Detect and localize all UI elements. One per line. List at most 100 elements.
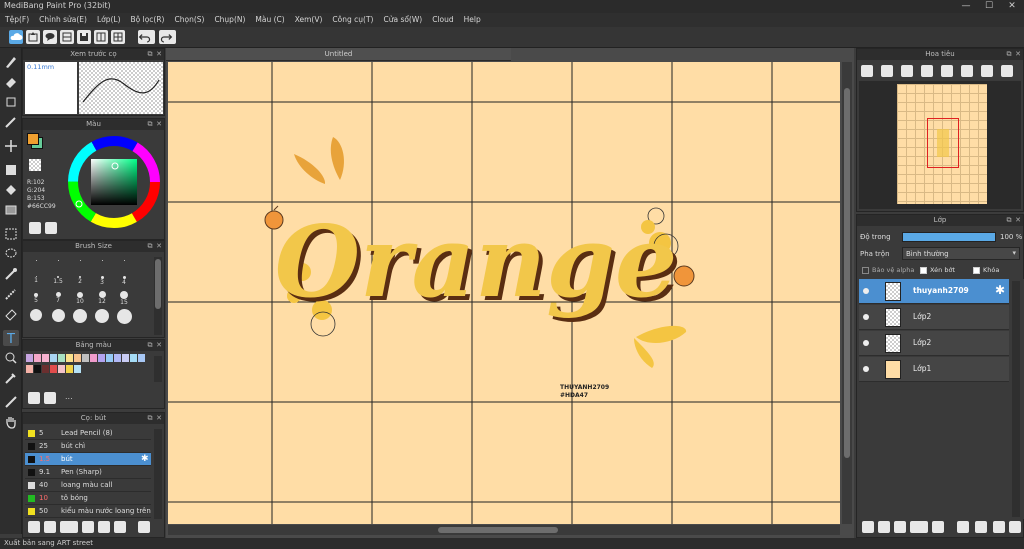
palette-swatch[interactable] — [98, 354, 105, 362]
palette-swatch[interactable] — [58, 354, 65, 362]
brush-item[interactable]: 50 kiểu màu nước loang trên — [25, 505, 151, 518]
palette-swatch[interactable] — [138, 354, 145, 362]
save-icon[interactable] — [77, 30, 91, 44]
menu-cloud[interactable]: Cloud — [427, 13, 458, 27]
palette-swatch[interactable] — [90, 354, 97, 362]
add-brush-icon[interactable] — [28, 521, 40, 533]
eye-icon[interactable] — [863, 288, 869, 294]
divide-tool-icon[interactable] — [3, 394, 19, 410]
palette-swatch[interactable] — [26, 364, 33, 373]
layer-item[interactable]: Lớp1 — [859, 357, 1009, 382]
brush-item[interactable]: 25 bút chì — [25, 440, 151, 453]
primary-color-swatch[interactable] — [27, 133, 39, 145]
palette-swatch[interactable] — [66, 364, 73, 373]
rotate-left-icon[interactable] — [941, 65, 953, 77]
layer-settings-gear-icon[interactable]: ✱ — [995, 283, 1005, 297]
menu-file[interactable]: Tệp(F) — [0, 13, 34, 27]
color-sliders-mode-icon[interactable] — [45, 222, 57, 234]
menu-select[interactable]: Chọn(S) — [169, 13, 209, 27]
layer-list-scrollbar[interactable] — [1012, 281, 1020, 517]
add-palette-icon[interactable] — [28, 392, 40, 404]
brush-settings-gear-icon[interactable]: ✱ — [141, 453, 149, 466]
undock-icon[interactable]: ⧉ — [1005, 50, 1013, 58]
brush-size-option[interactable] — [69, 255, 91, 271]
brush-item[interactable]: 40 loang màu call — [25, 479, 151, 492]
menu-view[interactable]: Xem(V) — [290, 13, 328, 27]
brush-folder-icon[interactable] — [44, 521, 56, 533]
transparent-color-swatch[interactable] — [29, 159, 41, 171]
panel-close-icon[interactable]: ✕ — [1014, 50, 1022, 58]
add-8bit-layer-icon[interactable] — [894, 521, 906, 533]
gradient-tool-icon[interactable] — [3, 202, 19, 218]
undock-icon[interactable]: ⧉ — [146, 414, 154, 422]
palette-swatch[interactable] — [26, 354, 33, 362]
canvas-horizontal-scroll-thumb[interactable] — [438, 527, 558, 533]
brush-copy-icon[interactable] — [82, 521, 94, 533]
navigator-preview[interactable] — [859, 81, 1021, 209]
brush-import-icon[interactable] — [60, 521, 78, 533]
brush-size-option[interactable]: 5 — [25, 291, 47, 307]
dot-tool-icon[interactable] — [3, 94, 19, 110]
redo-icon[interactable] — [159, 30, 176, 44]
minimize-button[interactable]: — — [955, 0, 977, 12]
eraser-tool-icon[interactable] — [3, 74, 19, 90]
brush-tool-icon[interactable] — [3, 54, 19, 70]
menu-snap[interactable]: Chụp(N) — [209, 13, 250, 27]
fit-window-icon[interactable] — [901, 65, 913, 77]
brush-size-option[interactable] — [25, 255, 47, 271]
color-wheel[interactable] — [65, 133, 163, 231]
brush-size-option[interactable]: 7 — [47, 291, 69, 307]
palette-swatch[interactable] — [114, 354, 121, 362]
brush-duplicate-icon[interactable] — [114, 521, 126, 533]
reset-view-icon[interactable] — [1001, 65, 1013, 77]
maximize-button[interactable]: ☐ — [978, 0, 1000, 12]
duplicate-layer-icon[interactable] — [932, 521, 944, 533]
palette-swatch[interactable] — [74, 354, 81, 362]
brush-size-option[interactable] — [69, 309, 91, 325]
shape-tool-icon[interactable] — [3, 162, 19, 178]
select-tool-icon[interactable] — [3, 226, 19, 242]
delete-brush-icon[interactable] — [138, 521, 150, 533]
panel-close-icon[interactable]: ✕ — [1014, 216, 1022, 224]
menu-edit[interactable]: Chỉnh sửa(E) — [34, 13, 92, 27]
menu-window[interactable]: Cửa sổ(W) — [378, 13, 427, 27]
brush-size-option[interactable]: 2 — [69, 273, 91, 289]
delete-layer-icon[interactable] — [1009, 521, 1021, 533]
protect-alpha-checkbox[interactable] — [862, 267, 869, 274]
eye-icon[interactable] — [863, 340, 869, 346]
menu-help[interactable]: Help — [459, 13, 486, 27]
menu-layer[interactable]: Lớp(L) — [92, 13, 126, 27]
brush-size-option[interactable] — [25, 309, 47, 325]
comment-icon[interactable] — [43, 30, 57, 44]
brush-size-option[interactable] — [47, 255, 69, 271]
brush-size-option[interactable]: 12 — [91, 291, 113, 307]
undock-icon[interactable]: ⧉ — [1005, 216, 1013, 224]
brush-size-option[interactable] — [91, 255, 113, 271]
menu-tools[interactable]: Công cụ(T) — [327, 13, 378, 27]
palette-swatch[interactable] — [130, 354, 137, 362]
lasso-tool-icon[interactable] — [3, 246, 19, 262]
palette-swatch[interactable] — [58, 364, 65, 373]
add-layer-icon[interactable] — [862, 521, 874, 533]
palette-swatch[interactable] — [34, 354, 41, 362]
panel-close-icon[interactable]: ✕ — [155, 242, 163, 250]
panel-close-icon[interactable]: ✕ — [155, 50, 163, 58]
canvas-tab[interactable]: Untitled — [166, 48, 511, 61]
add-halftone-layer-icon[interactable] — [878, 521, 890, 533]
layer-item[interactable]: Lớp2 — [859, 331, 1009, 356]
blend-mode-select[interactable]: Bình thường ▾ — [902, 247, 1020, 260]
palette-swatch[interactable] — [42, 354, 49, 362]
hand-tool-icon[interactable] — [3, 414, 19, 430]
color-wheel-mode-icon[interactable] — [29, 222, 41, 234]
flip-horizontal-icon[interactable] — [961, 65, 973, 77]
cloud-icon[interactable] — [9, 30, 23, 44]
brush-size-option[interactable]: 4 — [113, 273, 135, 289]
comic-icon[interactable] — [60, 30, 74, 44]
eye-icon[interactable] — [863, 366, 869, 372]
palette-swatch[interactable] — [50, 364, 57, 373]
brush-size-option[interactable] — [113, 309, 135, 325]
magic-wand-tool-icon[interactable] — [3, 266, 19, 282]
undock-icon[interactable]: ⧉ — [146, 50, 154, 58]
brush-size-option[interactable] — [113, 255, 135, 271]
panel-close-icon[interactable]: ✕ — [155, 341, 163, 349]
